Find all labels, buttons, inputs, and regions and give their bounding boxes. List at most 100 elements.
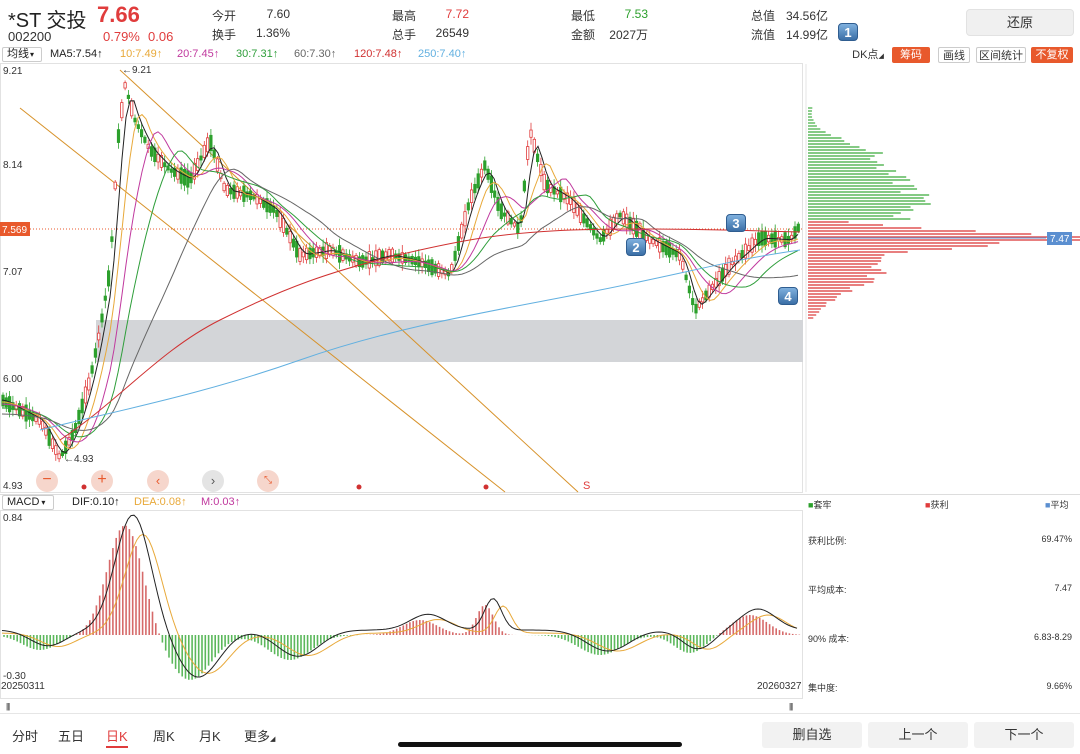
date-start-label: 20250311 — [1, 681, 45, 692]
tab-five-day[interactable]: 五日 — [58, 726, 84, 745]
tab-monthly-k[interactable]: 月K — [199, 726, 221, 745]
candle-body — [499, 203, 503, 220]
pan-left-button[interactable]: ‹ — [147, 470, 169, 492]
candle-body — [126, 94, 130, 99]
candle-body — [169, 168, 173, 173]
candle-body — [598, 237, 602, 243]
candle-body — [529, 129, 533, 138]
zoom-in-button[interactable]: + — [91, 470, 113, 492]
candle-body — [582, 213, 586, 224]
candle-body — [57, 453, 61, 460]
tab-more[interactable]: 更多◢ — [244, 726, 275, 745]
candle-body — [555, 190, 560, 195]
pan-right-button[interactable]: › — [202, 470, 224, 492]
candle-body — [285, 227, 289, 235]
legend-profit: ■获利 — [925, 500, 949, 510]
candle-body — [83, 386, 88, 404]
candle-body — [701, 297, 705, 303]
ma-line — [1, 131, 799, 443]
candle-body — [93, 348, 97, 358]
avg-cost-row: 平均成本: 7.47 — [808, 583, 1072, 596]
chevron-down-icon: ▾ — [41, 498, 46, 507]
tab-weekly-k[interactable]: 周K — [153, 726, 175, 745]
signal-dot — [81, 484, 87, 490]
candle-body — [107, 270, 111, 287]
candle-body — [186, 170, 190, 188]
low-marker: ←4.93 — [64, 454, 94, 465]
candle-body — [691, 298, 695, 306]
candle-body — [77, 409, 81, 425]
profit-ratio-row: 获利比例: 69.47% — [808, 534, 1072, 547]
candle-body — [199, 155, 203, 161]
candle-body — [631, 217, 635, 235]
moving-average-lines — [1, 100, 801, 453]
tab-intraday[interactable]: 分时 — [12, 726, 38, 745]
candle-body — [163, 162, 167, 168]
axis-label-2: 8.14 — [3, 160, 23, 171]
candle-body — [469, 189, 474, 204]
candle-body — [687, 285, 692, 294]
signal-dot — [483, 484, 489, 490]
tab-more-label: 更多 — [244, 729, 271, 744]
legend-trapped: ■套牢 — [808, 500, 832, 510]
candle-body — [133, 117, 137, 123]
candle-body — [182, 169, 187, 186]
candle-body — [54, 445, 58, 455]
candle-body — [90, 365, 94, 374]
axis-label-5: 6.00 — [3, 374, 23, 385]
candle-body — [100, 313, 104, 323]
candle-body — [740, 250, 744, 258]
axis-top-label: 9.21 — [3, 66, 23, 77]
candle-body — [113, 181, 117, 190]
candle-body — [526, 146, 530, 160]
price-panel-frame — [0, 63, 803, 493]
candle-body — [116, 129, 121, 143]
candle-body — [753, 238, 758, 246]
macd-dropdown-label: MACD — [7, 496, 40, 508]
candle-body — [130, 100, 134, 117]
corner-triangle-icon: ◢ — [270, 736, 276, 743]
candle-body — [595, 233, 599, 239]
axis-bottom-label: 4.93 — [3, 481, 23, 492]
scroll-handle-right[interactable]: ||| — [789, 702, 793, 711]
previous-stock-button[interactable]: 上一个 — [868, 722, 968, 748]
candle-body — [80, 398, 84, 414]
remove-watchlist-button[interactable]: 删自选 — [762, 722, 862, 748]
candle-body — [205, 137, 210, 153]
fullscreen-icon[interactable]: ⤡ — [257, 470, 279, 492]
tab-daily-k[interactable]: 日K — [106, 726, 128, 748]
candle-body — [275, 209, 279, 217]
legend-average: ■平均 — [1045, 500, 1069, 510]
candle-body — [149, 146, 154, 157]
cost90-row: 90% 成本: 6.83-8.29 — [808, 632, 1072, 645]
candle-body — [136, 124, 140, 129]
zoom-out-button[interactable]: − — [36, 470, 58, 492]
next-stock-button[interactable]: 下一个 — [974, 722, 1074, 748]
candle-body — [737, 253, 741, 261]
candle-body — [466, 202, 470, 211]
date-end-label: 20260327 — [757, 681, 802, 692]
macd-dropdown[interactable]: MACD ▾ — [2, 495, 54, 510]
annotation-badge-3: 3 — [726, 214, 746, 232]
candle-body — [536, 153, 540, 163]
candle-body — [681, 260, 685, 270]
candle-body — [453, 250, 457, 261]
dea-value: DEA:0.08↑ — [134, 496, 187, 508]
dif-line — [1, 514, 798, 678]
annotation-badge-2: 2 — [626, 238, 646, 256]
candlestick-series — [1, 80, 800, 463]
candle-body — [588, 224, 593, 231]
candle-body — [87, 377, 91, 391]
signal-dot — [356, 484, 362, 490]
candle-body — [522, 180, 527, 192]
chip-avg-price: 7.47 — [1050, 234, 1070, 245]
profit-ratio-value: 69.47% — [1041, 534, 1072, 544]
candle-body — [143, 136, 147, 143]
candle-body — [734, 255, 738, 265]
scroll-handle-left[interactable]: ||| — [6, 702, 10, 711]
macd-legend-bar: MACD ▾ DIF:0.10↑ DEA:0.08↑ M:0.03↑ — [0, 495, 800, 510]
candle-body — [436, 263, 441, 277]
candle-body — [618, 212, 622, 218]
candle-body — [301, 251, 305, 258]
candle-body — [314, 246, 319, 258]
